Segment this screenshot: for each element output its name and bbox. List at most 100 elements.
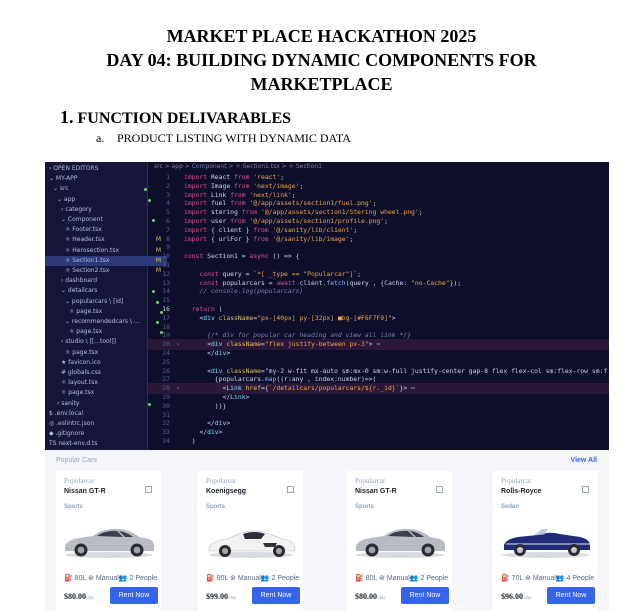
car-capacity: 4 People [566,575,595,582]
broken-image-icon [287,486,294,493]
explorer-item[interactable]: # globals.css [45,368,163,378]
code-text: import stering from '@/app/assets/sectio… [184,208,423,217]
explorer-item[interactable]: ◎ .eslintrc.json [45,419,151,429]
explorer-item[interactable]: › sanity [45,399,159,409]
price-unit: /day [228,596,237,601]
car-name: Koenigsegg [206,488,247,495]
explorer-item[interactable]: › category [45,205,163,215]
fold-chevron-icon [176,436,184,446]
explorer-item[interactable]: › dashboard [45,276,163,286]
title-line-3: MARKETPLACE [250,74,393,94]
section-label: Popular Cars [56,457,97,464]
fuel-icon: ⛽ [206,575,215,582]
fuel-icon: ⛽ [501,575,510,582]
subsection-heading: a. PRODUCT LISTING WITH DYNAMIC DATA [96,131,351,146]
document-title: MARKET PLACE HACKATHON 2025 DAY 04: BUIL… [0,24,643,96]
code-text: </div> [184,349,231,357]
subsection-title: PRODUCT LISTING WITH DYNAMIC DATA [117,131,351,145]
car-image [208,530,296,558]
explorer-item-label: ⚛ page.tsx [69,307,103,315]
explorer-item[interactable]: ⌄ Component [45,215,163,225]
code-text: {/* div for popular car heading and view… [184,331,412,340]
code-text: <div className="flex justify-between px-… [184,340,381,349]
car-image [502,529,590,558]
explorer-item[interactable]: ★ favicon.ico [45,358,163,368]
explorer-item[interactable]: ⚛ layout.tsx [45,378,163,388]
explorer-item[interactable]: ⌄ detailcars [45,286,163,296]
code-text: ))} [184,401,227,410]
code-pane: src > app > Component > ⚛ Section1.tsx >… [148,162,609,450]
steering-wheel-icon: ⊛ [230,575,236,582]
car-price: $99.00/day [206,592,237,601]
explorer-item-label: $ .env.local [49,409,84,417]
explorer-item[interactable]: TS next-env.d.ts [45,439,151,449]
car-price: $80.00/day [355,592,386,601]
price-unit: /day [86,596,95,601]
car-transmission: Manual [95,575,119,582]
explorer-item[interactable]: ⌄ MY-APP [45,174,151,184]
code-text: const popularcars = await client.fetch(q… [199,278,462,287]
explorer-item[interactable]: ◆ .gitignore [45,429,151,439]
code-text: import { urlFor } from '@/sanity/lib/ima… [184,234,354,243]
people-icon: 👥 [260,575,270,582]
explorer-item-label: TS next-env.d.ts [49,440,98,448]
explorer-item[interactable]: ⌄ src [45,184,155,194]
explorer-item-label: ⚛ page.tsx [61,389,95,397]
people-icon: 👥 [555,575,565,582]
car-capacity: 2 People [129,575,158,582]
rent-now-button[interactable]: Rent Now [547,587,595,604]
line-number: 34 [162,437,170,445]
rent-now-button[interactable]: Rent Now [110,587,158,604]
explorer-item[interactable]: ⚛ page.tsx [45,388,163,398]
car-category: Popularcar [501,477,532,485]
car-card[interactable]: Popularcar Nissan GT-R Sports ⛽ 80L ⊛ Manua… [347,471,452,611]
car-category: Popularcar [64,477,95,485]
car-image [65,528,155,558]
car-card[interactable]: Popularcar Rolls-Royce Sedan ⛽ 70L ⊛ Manual… [493,471,598,611]
car-card[interactable]: Popularcar Koenigsegg Sports ⛽ 90L ⊛ Manual… [198,471,303,611]
section-title: FUNCTION DELIVARABLES [77,110,292,127]
code-text: <Link href={`/detailcars/popularcars/${r… [184,384,415,393]
code-editor-screenshot: › OPEN EDITORS ⌄ MY-APP ⌄ src ⌄ app › catego… [45,162,609,450]
code-text: ) [184,437,196,445]
car-type: Sports [206,504,226,510]
steering-wheel-icon: ⊛ [379,575,385,582]
code-text: import Link from 'next/link'; [184,190,296,199]
code-text: <div className="px-[40px] py-[32px] ■bg-… [184,313,396,322]
explorer-item[interactable]: $ .env.local [45,409,151,419]
explorer-item-label: ⌄ popularcars \ [id] [65,297,124,305]
explorer-item[interactable]: › studio \ [[...tool]] [45,337,163,347]
code-text: import fuel from '@/app/assets/section1/… [184,199,377,208]
code-text: return ( [191,305,223,313]
car-transmission: Manual [532,575,556,582]
price-value: $99.00 [206,592,228,601]
explorer-item-label: ⌄ recommendedcars \ … [65,318,140,325]
explorer-item[interactable]: › OPEN EDITORS [45,164,151,174]
explorer-item-label: ⚛ page.tsx [69,328,103,336]
broken-image-icon [145,486,152,493]
car-fuel: 80L [74,575,87,582]
explorer-item-label: ⌄ detailcars [61,287,98,295]
code-line[interactable]: 34 ) [148,436,609,446]
car-category: Popularcar [206,477,237,485]
explorer-item-label: › studio \ [[...tool]] [61,338,117,346]
section-heading: 1. FUNCTION DELIVARABLES [60,107,291,128]
price-unit: /day [523,596,532,601]
car-card[interactable]: Popularcar Nissan GT-R Sports ⛽ 80L ⊛ Manua… [56,471,161,611]
explorer-item-label: ⚛ page.tsx [65,348,99,356]
car-category: Popularcar [355,477,386,485]
car-specs: ⛽ 70L ⊛ Manual👥 4 People [501,574,594,582]
code-text: </div> [184,419,231,428]
explorer-item-label: ⚛ Section1.tsx [65,256,110,264]
price-value: $80.00 [355,592,377,601]
view-all-link[interactable]: View All [571,457,597,464]
rent-now-button[interactable]: Rent Now [252,587,300,604]
rent-now-button[interactable]: Rent Now [401,587,449,604]
code-text: const Section1 = async () => { [184,252,300,261]
car-name: Nissan GT-R [64,488,106,495]
subsection-letter: a. [96,131,105,145]
explorer-item-label: ⚛ Header.tsx [65,236,105,244]
car-capacity: 2 People [271,575,300,582]
explorer-item-label: ◆ .gitignore [49,430,85,438]
explorer-item[interactable]: ⌄ app [45,195,159,205]
